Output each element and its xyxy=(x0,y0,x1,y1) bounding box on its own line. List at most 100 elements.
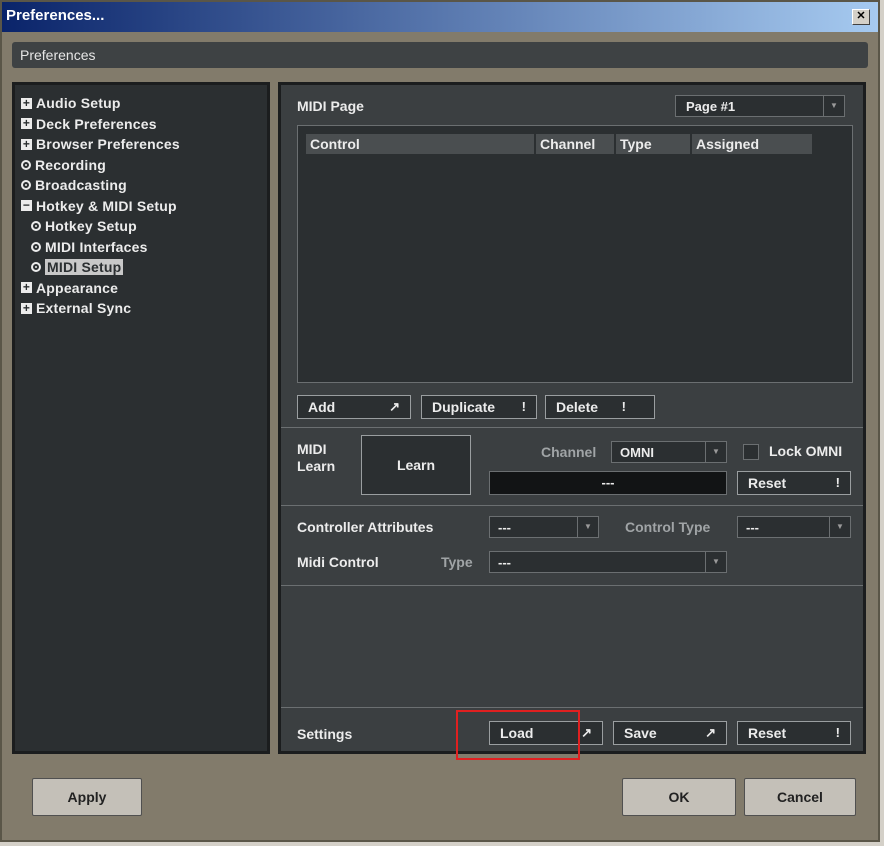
expand-icon[interactable]: + xyxy=(21,138,32,150)
exclamation-icon: ! xyxy=(521,399,526,414)
tree-item-label: Deck Preferences xyxy=(36,115,157,132)
tree-item[interactable]: MIDI Setup xyxy=(21,257,180,278)
expand-icon[interactable]: + xyxy=(21,281,32,294)
lock-omni-label: Lock OMNI xyxy=(769,443,843,459)
channel-label: Channel xyxy=(541,444,597,460)
delete-button-label: Delete xyxy=(556,399,599,415)
chevron-down-icon: ▼ xyxy=(577,517,598,537)
learn-button[interactable]: Learn xyxy=(361,435,471,495)
radio-bullet-icon[interactable] xyxy=(21,180,31,191)
save-button-label: Save xyxy=(624,725,657,741)
expand-icon[interactable]: + xyxy=(21,302,32,314)
column-assigned[interactable]: Assigned xyxy=(692,134,812,154)
column-type[interactable]: Type xyxy=(616,134,690,154)
type-label: Type xyxy=(441,554,473,570)
tree-item-label: Audio Setup xyxy=(36,95,121,112)
chevron-down-icon: ▼ xyxy=(823,96,844,116)
arrow-icon: ↗ xyxy=(581,725,592,740)
chevron-down-icon: ▼ xyxy=(829,517,850,537)
control-type-label: Control Type xyxy=(625,519,711,535)
divider xyxy=(281,585,863,586)
radio-bullet-icon[interactable] xyxy=(21,159,31,170)
learn-reset-button[interactable]: Reset ! xyxy=(737,471,851,495)
tree-item-label: MIDI Setup xyxy=(45,259,124,276)
controller-attributes-select[interactable]: --- ▼ xyxy=(489,516,599,538)
tree-item-label: Hotkey Setup xyxy=(45,218,137,235)
add-button-label: Add xyxy=(308,399,336,415)
control-type-value: --- xyxy=(746,520,759,535)
highlight-box xyxy=(456,710,580,760)
settings-label: Settings xyxy=(297,726,353,742)
midi-learn-label-2: Learn xyxy=(297,458,336,474)
midi-page-label: MIDI Page xyxy=(297,98,364,114)
channel-select[interactable]: OMNI ▼ xyxy=(611,441,727,463)
radio-bullet-icon[interactable] xyxy=(31,262,41,273)
tree-item-label: Browser Preferences xyxy=(36,136,180,153)
duplicate-button-label: Duplicate xyxy=(432,399,496,415)
preferences-tree: + Audio Setup + Deck Preferences + Browser Pr… xyxy=(21,93,180,319)
tree-item[interactable]: MIDI Interfaces xyxy=(21,237,180,258)
midi-setup-panel: MIDI Page Page #1 ▼ Control Channel Type… xyxy=(278,82,866,754)
preferences-window: Preferences... ✕ Preferences + Audio Setu… xyxy=(0,0,880,842)
preferences-header: Preferences xyxy=(12,42,868,68)
cancel-button[interactable]: Cancel xyxy=(744,778,856,816)
preferences-tree-panel: + Audio Setup + Deck Preferences + Browser Pr… xyxy=(12,82,270,754)
tree-item-label: Hotkey & MIDI Setup xyxy=(36,197,177,214)
divider xyxy=(281,427,863,428)
window-title: Preferences... xyxy=(6,7,105,24)
exclamation-icon: ! xyxy=(835,725,840,740)
controller-attributes-value: --- xyxy=(498,520,511,535)
column-control[interactable]: Control xyxy=(306,134,534,154)
arrow-icon: ↗ xyxy=(705,725,716,740)
tree-item[interactable]: + Browser Preferences xyxy=(21,134,180,155)
duplicate-button[interactable]: Duplicate ! xyxy=(421,395,537,419)
tree-item[interactable]: Recording xyxy=(21,155,180,176)
midi-control-type-select[interactable]: --- ▼ xyxy=(489,551,727,573)
chevron-down-icon: ▼ xyxy=(705,552,726,572)
tree-item-label: Appearance xyxy=(36,279,119,296)
tree-item[interactable]: Hotkey Setup xyxy=(21,216,180,237)
expand-icon[interactable]: + xyxy=(21,97,32,109)
table-header: Control Channel Type Assigned xyxy=(306,134,814,154)
exclamation-icon: ! xyxy=(835,475,840,490)
expand-icon[interactable]: + xyxy=(21,117,32,130)
title-bar[interactable]: Preferences... ✕ xyxy=(2,2,878,32)
midi-control-label: Midi Control xyxy=(297,554,379,570)
tree-item-label: MIDI Interfaces xyxy=(45,238,148,255)
tree-item[interactable]: + Audio Setup xyxy=(21,93,180,114)
header-title: Preferences xyxy=(20,47,96,63)
delete-button[interactable]: Delete ! xyxy=(545,395,655,419)
learn-display: --- xyxy=(489,471,727,495)
chevron-down-icon: ▼ xyxy=(705,442,726,462)
control-type-select[interactable]: --- ▼ xyxy=(737,516,851,538)
tree-item[interactable]: + Deck Preferences xyxy=(21,114,180,135)
channel-select-value: OMNI xyxy=(620,445,654,460)
midi-mapping-table[interactable]: Control Channel Type Assigned xyxy=(297,125,853,383)
controller-attributes-label: Controller Attributes xyxy=(297,519,434,535)
tree-item-label: Broadcasting xyxy=(35,177,127,194)
midi-control-type-value: --- xyxy=(498,555,511,570)
close-button[interactable]: ✕ xyxy=(852,9,870,25)
tree-item-label: Recording xyxy=(35,156,107,173)
settings-reset-button[interactable]: Reset ! xyxy=(737,721,851,745)
column-channel[interactable]: Channel xyxy=(536,134,614,154)
ok-button[interactable]: OK xyxy=(622,778,736,816)
lock-omni-checkbox[interactable] xyxy=(743,444,759,460)
divider xyxy=(281,707,863,708)
page-select[interactable]: Page #1 ▼ xyxy=(675,95,845,117)
reset-button-label: Reset xyxy=(748,725,787,741)
reset-button-label: Reset xyxy=(748,475,787,491)
tree-item[interactable]: + External Sync xyxy=(21,298,180,319)
save-button[interactable]: Save ↗ xyxy=(613,721,727,745)
midi-learn-label: MIDI xyxy=(297,441,327,457)
exclamation-icon: ! xyxy=(621,399,626,414)
collapse-icon[interactable]: − xyxy=(21,199,32,212)
add-button[interactable]: Add ↗ xyxy=(297,395,411,419)
radio-bullet-icon[interactable] xyxy=(31,241,41,252)
tree-item[interactable]: − Hotkey & MIDI Setup xyxy=(21,196,180,217)
radio-bullet-icon[interactable] xyxy=(31,221,41,232)
tree-item[interactable]: + Appearance xyxy=(21,278,180,299)
tree-item[interactable]: Broadcasting xyxy=(21,175,180,196)
page-select-value: Page #1 xyxy=(686,99,736,114)
apply-button[interactable]: Apply xyxy=(32,778,142,816)
